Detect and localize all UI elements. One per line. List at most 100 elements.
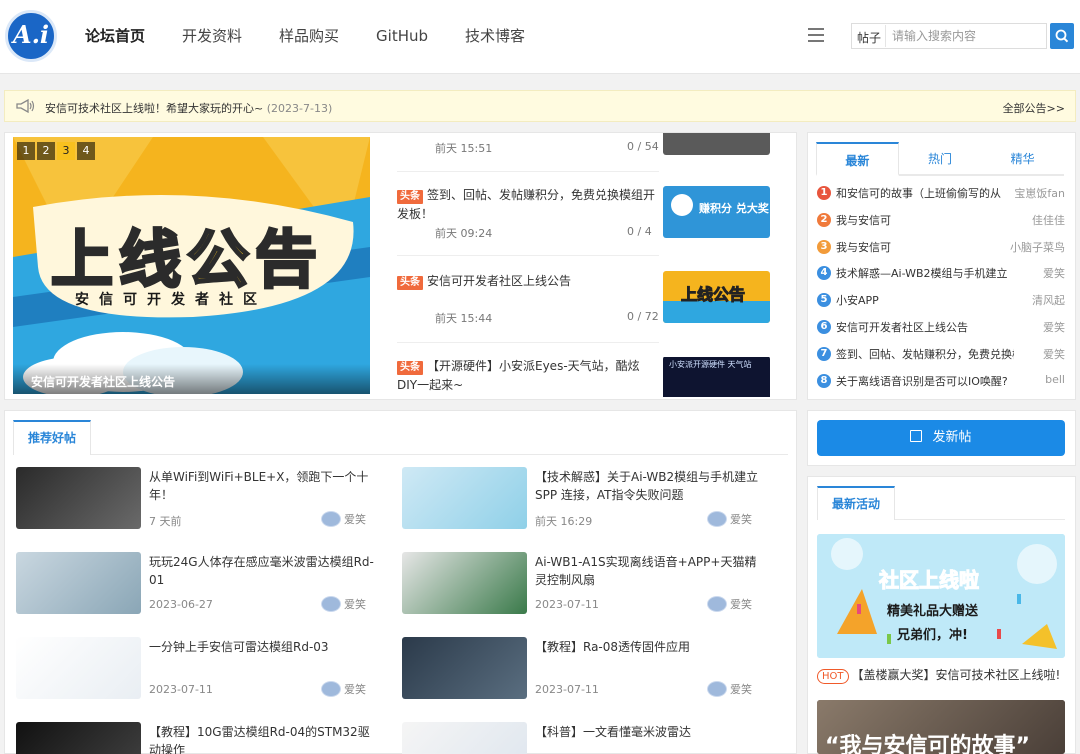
recommended-author[interactable]: 爱笑 — [707, 596, 752, 612]
rank-title[interactable]: 我与安信可 — [836, 239, 1014, 255]
rank-title[interactable]: 技术解惑—Ai-WB2模组与手机建立 — [836, 265, 1014, 281]
recommended-title[interactable]: 玩玩24G人体存在感应毫米波雷达模组Rd-01 — [149, 553, 374, 589]
slider-page-1[interactable]: 1 — [17, 142, 35, 160]
recommended-thumb[interactable] — [402, 467, 527, 529]
activity-banner-2[interactable]: “我与安信可的故事” — [817, 700, 1065, 754]
activity-item[interactable]: HOT 【盖楼赢大奖】安信可技术社区上线啦! — [817, 666, 1065, 684]
ranking-item[interactable]: 5 小安APP 清风起 — [817, 291, 1065, 311]
news-time: 前天 15:51 — [435, 142, 493, 155]
recommended-thumb[interactable] — [16, 552, 141, 614]
recommended-item[interactable]: 从单WiFi到WiFi+BLE+X，领跑下一个十年！ 7 天前 爱笑 — [16, 467, 388, 531]
ranking-item[interactable]: 8 关于离线语音识别是否可以IO唤醒? bell — [817, 372, 1065, 392]
recommended-title[interactable]: 【教程】Ra-08透传固件应用 — [535, 638, 760, 656]
news-title[interactable]: 头条 【开源硬件】小安派Eyes-天气站，酷炫DIY一起来~ — [397, 357, 659, 395]
slider-page-3[interactable]: 3 — [57, 142, 75, 160]
recommended-thumb[interactable] — [16, 467, 141, 529]
slider-banner-title: 上线公告 — [49, 222, 324, 298]
news-item[interactable]: 头条 安信可开发者社区上线公告 前天 15:44 0 / 72 上线公告 — [397, 271, 770, 327]
recommended-title[interactable]: 【科普】一文看懂毫米波雷达 — [535, 723, 760, 741]
rank-author[interactable]: 爱笑 — [1043, 346, 1065, 362]
recommended-item[interactable]: 一分钟上手安信可雷达模组Rd-03 2023-07-11 爱笑 — [16, 637, 388, 701]
recommended-item[interactable]: 【教程】Ra-08透传固件应用 2023-07-11 爱笑 — [402, 637, 774, 701]
search-button[interactable] — [1050, 23, 1074, 49]
news-thumb[interactable]: 小安派开源硬件 天气站 — [663, 357, 770, 397]
rank-author[interactable]: 小脑子菜鸟 — [1010, 239, 1065, 255]
search-input[interactable] — [885, 25, 1040, 47]
recommended-title[interactable]: Ai-WB1-A1S实现离线语音+APP+天猫精灵控制风扇 — [535, 553, 760, 589]
slider-page-4[interactable]: 4 — [77, 142, 95, 160]
list-menu-icon[interactable] — [808, 28, 824, 42]
announcement-text[interactable]: 安信可技术社区上线啦！希望大家玩的开心~ (2023-7-13) — [45, 100, 332, 116]
tab-latest[interactable]: 最新 — [816, 142, 899, 176]
nav-sample-buy[interactable]: 样品购买 — [279, 26, 339, 46]
news-thumb[interactable]: 上线公告 — [663, 271, 770, 323]
rank-author[interactable]: 爱笑 — [1043, 265, 1065, 281]
rank-title[interactable]: 和安信可的故事（上班偷偷写的从 — [836, 185, 1014, 201]
search-type-select[interactable]: 帖子 — [857, 29, 881, 46]
news-item[interactable]: 头条 【开源硬件】小安派Eyes-天气站，酷炫DIY一起来~ 小安派开源硬件 天气… — [397, 357, 770, 397]
tab-latest-activity[interactable]: 最新活动 — [817, 486, 895, 520]
nav-dev-docs[interactable]: 开发资料 — [182, 26, 242, 46]
tab-recommended[interactable]: 推荐好帖 — [13, 420, 91, 455]
recommended-thumb[interactable] — [402, 552, 527, 614]
site-header: A.i 论坛首页 开发资料 样品购买 GitHub 技术博客 帖子 — [0, 0, 1080, 74]
rank-title[interactable]: 关于离线语音识别是否可以IO唤醒? — [836, 373, 1014, 389]
ranking-item[interactable]: 7 签到、回帖、发帖赚积分，免费兑换模 爱笑 — [817, 345, 1065, 365]
nav-tech-blog[interactable]: 技术博客 — [465, 26, 525, 46]
recommended-author[interactable]: 爱笑 — [707, 511, 752, 527]
tab-featured[interactable]: 精华 — [981, 142, 1064, 174]
recommended-author[interactable]: 爱笑 — [321, 681, 366, 697]
news-item[interactable]: 头条 签到、回帖、发帖赚积分，免费兑换模组开发板！ 前天 09:24 0 / 4 … — [397, 186, 770, 241]
news-thumb-text: 上线公告 — [680, 285, 746, 305]
avatar — [321, 681, 341, 697]
headline-badge: 头条 — [397, 361, 423, 375]
news-title[interactable]: 头条 签到、回帖、发帖赚积分，免费兑换模组开发板！ — [397, 186, 659, 224]
recommended-thumb[interactable] — [16, 637, 141, 699]
rank-author[interactable]: bell — [1045, 373, 1065, 386]
recommended-title[interactable]: 从单WiFi到WiFi+BLE+X，领跑下一个十年！ — [149, 468, 374, 504]
rank-author[interactable]: 清风起 — [1032, 292, 1065, 308]
recommended-author[interactable]: 爱笑 — [707, 681, 752, 697]
rank-title[interactable]: 我与安信可 — [836, 212, 1014, 228]
recommended-title[interactable]: 【技术解惑】关于Ai-WB2模组与手机建立SPP 连接，AT指令失败问题 — [535, 468, 760, 504]
recommended-author[interactable]: 爱笑 — [321, 596, 366, 612]
recommended-item[interactable]: 【科普】一文看懂毫米波雷达 — [402, 722, 774, 754]
ranking-item[interactable]: 1 和安信可的故事（上班偷偷写的从 宝崽饭fan — [817, 184, 1065, 204]
rank-title[interactable]: 小安APP — [836, 292, 1014, 308]
slider-page-2[interactable]: 2 — [37, 142, 55, 160]
rank-author[interactable]: 佳佳佳 — [1032, 212, 1065, 228]
recommended-thumb[interactable] — [402, 637, 527, 699]
rank-title[interactable]: 签到、回帖、发帖赚积分，免费兑换模 — [836, 346, 1014, 362]
news-thumb[interactable]: 赚积分 兑大奖 — [663, 186, 770, 238]
tab-hot[interactable]: 热门 — [899, 142, 982, 174]
recommended-title[interactable]: 一分钟上手安信可雷达模组Rd-03 — [149, 638, 374, 656]
news-item-partial[interactable]: 前天 15:51 0 / 54 — [397, 133, 770, 155]
ranking-item[interactable]: 3 我与安信可 小脑子菜鸟 — [817, 238, 1065, 258]
recommended-title[interactable]: 【教程】10G雷达模组Rd-04的STM32驱动操作 — [149, 723, 374, 754]
rank-author[interactable]: 宝崽饭fan — [1014, 185, 1065, 201]
news-title[interactable]: 头条 安信可开发者社区上线公告 — [397, 272, 659, 291]
nav-github[interactable]: GitHub — [376, 26, 428, 46]
recommended-item[interactable]: Ai-WB1-A1S实现离线语音+APP+天猫精灵控制风扇 2023-07-11 爱… — [402, 552, 774, 616]
featured-slider[interactable]: 上线公告 安信可开发者社区 1 2 3 4 安信可开发者社区上线公告 — [13, 137, 370, 394]
recommended-thumb[interactable] — [16, 722, 141, 754]
nav-forum-home[interactable]: 论坛首页 — [85, 26, 145, 46]
new-post-button[interactable]: 发新帖 — [817, 420, 1065, 456]
rank-title[interactable]: 安信可开发者社区上线公告 — [836, 319, 1014, 335]
recommended-author[interactable]: 爱笑 — [321, 511, 366, 527]
news-count: 0 / 54 — [627, 140, 659, 153]
recommended-thumb[interactable] — [402, 722, 527, 754]
all-announcements-link[interactable]: 全部公告>> — [1003, 100, 1065, 116]
ranking-item[interactable]: 2 我与安信可 佳佳佳 — [817, 211, 1065, 231]
rank-author[interactable]: 爱笑 — [1043, 319, 1065, 335]
activity-banner[interactable]: 社区上线啦 精美礼品大赠送 兄弟们，冲! — [817, 534, 1065, 658]
recommended-item[interactable]: 【教程】10G雷达模组Rd-04的STM32驱动操作 — [16, 722, 388, 754]
news-thumb[interactable] — [663, 133, 770, 155]
ranking-item[interactable]: 4 技术解惑—Ai-WB2模组与手机建立 爱笑 — [817, 264, 1065, 284]
recommended-item[interactable]: 玩玩24G人体存在感应毫米波雷达模组Rd-01 2023-06-27 爱笑 — [16, 552, 388, 616]
search-icon — [1055, 29, 1069, 43]
recommended-item[interactable]: 【技术解惑】关于Ai-WB2模组与手机建立SPP 连接，AT指令失败问题 前天 1… — [402, 467, 774, 531]
ranking-item[interactable]: 6 安信可开发者社区上线公告 爱笑 — [817, 318, 1065, 338]
slider-caption[interactable]: 安信可开发者社区上线公告 — [13, 364, 370, 394]
site-logo[interactable]: A.i — [5, 10, 57, 62]
